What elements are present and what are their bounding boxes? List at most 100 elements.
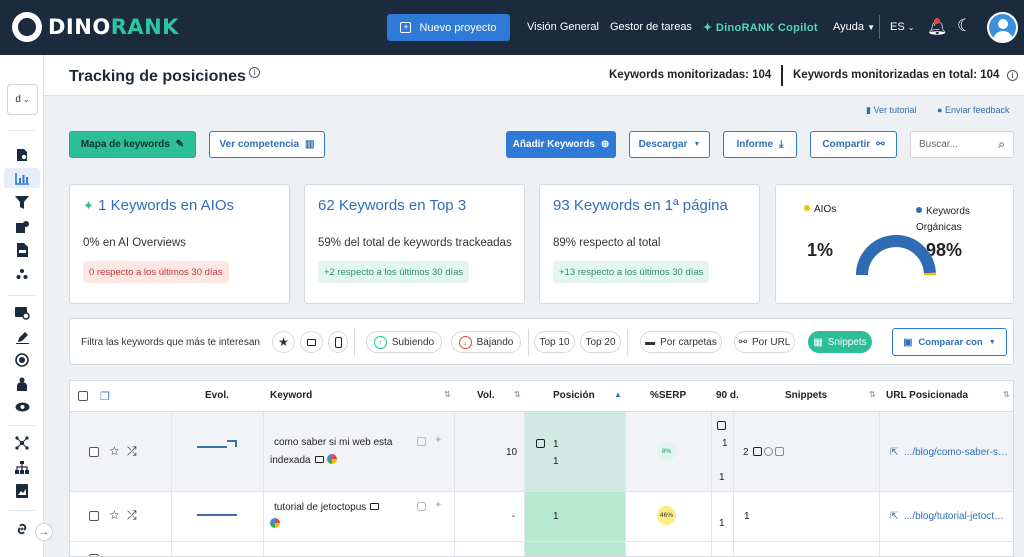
filter-top10-button[interactable]: Top 10	[534, 331, 575, 353]
header-evolution[interactable]: Evol.	[205, 390, 229, 401]
add-keywords-button[interactable]: Añadir Keywords ⊕	[506, 131, 616, 158]
report-button[interactable]: Informe ⤓	[723, 131, 797, 158]
sparkle-icon[interactable]: ✦	[434, 435, 442, 446]
sort-icon[interactable]: ⇅	[444, 390, 451, 399]
person-icon[interactable]	[14, 376, 30, 392]
dinorank-logo[interactable]: DINORANK	[12, 12, 179, 42]
sort-icon[interactable]: ⇅	[514, 390, 521, 399]
filter-desktop-button[interactable]	[300, 331, 323, 353]
external-link-icon[interactable]: ⇱	[890, 511, 898, 522]
card-subtitle: 59% del total de keywords trackeadas	[318, 237, 512, 249]
search-input[interactable]: Buscar... ⌕	[910, 131, 1014, 158]
position-value: 1	[553, 439, 559, 450]
legend-organic: Keywords Orgánicas	[916, 204, 996, 236]
document-search-icon[interactable]	[14, 147, 30, 163]
shuffle-icon[interactable]: ⤮	[127, 444, 137, 459]
globe-icon[interactable]	[14, 352, 30, 368]
user-avatar[interactable]	[987, 12, 1018, 43]
chart-icon[interactable]	[14, 170, 30, 186]
external-link-icon[interactable]: ⇱	[890, 447, 898, 458]
header-snippets[interactable]: Snippets	[785, 390, 827, 401]
legend-aio: AIOs	[804, 204, 836, 215]
filter-falling-button[interactable]: ↓ Bajando	[451, 331, 521, 353]
chevron-down-icon: ⌄	[22, 95, 30, 104]
sort-asc-icon[interactable]: ▲	[614, 390, 622, 399]
language-selector[interactable]: ES ⌄	[890, 21, 914, 33]
sitemap-icon[interactable]	[14, 459, 30, 475]
snippets-count-value: 2	[743, 447, 749, 458]
dots-icon[interactable]	[14, 266, 30, 282]
tutorial-link[interactable]: ▮ Ver tutorial	[866, 105, 916, 116]
sidebar-collapse-toggle[interactable]: →	[35, 523, 53, 541]
filter-icon[interactable]	[14, 194, 30, 210]
feedback-label: Enviar feedback	[944, 105, 1010, 115]
table-row[interactable]: ☆ ⤮ como saber si mi web esta ✦ indexada…	[70, 412, 1013, 492]
star-icon[interactable]: ☆	[109, 508, 120, 522]
link-icon[interactable]	[14, 521, 30, 537]
left-sidebar: d ⌄	[0, 55, 44, 557]
pdf-icon[interactable]	[14, 242, 30, 258]
share-button[interactable]: Compartir ⚯	[810, 131, 897, 158]
select-all-checkbox[interactable]	[78, 391, 88, 401]
sort-icon[interactable]: ⇅	[869, 390, 876, 399]
nav-overview[interactable]: Visión General	[527, 21, 599, 33]
moon-icon[interactable]: ☾	[957, 16, 972, 36]
copy-icon[interactable]	[417, 437, 426, 449]
table-row[interactable]	[70, 542, 1013, 556]
new-project-button[interactable]: + Nuevo proyecto	[387, 14, 510, 41]
header-url[interactable]: URL Posicionada	[886, 390, 968, 401]
positioned-url[interactable]: .../blog/como-saber-si-mi-web-esta-index…	[904, 447, 1009, 458]
sort-icon[interactable]: ⇅	[1003, 390, 1010, 399]
eye-icon[interactable]	[14, 399, 30, 415]
shuffle-icon[interactable]: ⤮	[127, 508, 137, 523]
cluster-icon[interactable]	[14, 435, 30, 451]
competition-button[interactable]: Ver competencia ▥	[209, 131, 325, 158]
filter-top20-button[interactable]: Top 20	[580, 331, 621, 353]
header-serp[interactable]: %SERP	[650, 390, 686, 401]
filter-rising-button[interactable]: ↑ Subiendo	[366, 331, 442, 353]
download-dropdown[interactable]: Descargar ▼	[629, 131, 710, 158]
filter-by-url-button[interactable]: ⚯ Por URL	[734, 331, 795, 353]
feedback-link[interactable]: ● Enviar feedback	[937, 105, 1009, 115]
header-keyword[interactable]: Keyword	[270, 390, 312, 401]
info-icon[interactable]: i	[1007, 70, 1018, 81]
calendar-icon: ▣	[903, 336, 913, 348]
copy-icon[interactable]	[417, 502, 426, 514]
header-volume[interactable]: Vol.	[477, 390, 495, 401]
puzzle-icon[interactable]	[14, 218, 30, 234]
header-90-days[interactable]: 90 d.	[716, 390, 739, 401]
caret-down-icon: ▼	[867, 23, 875, 32]
filter-folders-button[interactable]: ▬ Por carpetas	[640, 331, 722, 353]
logo-dino-text: DINO	[48, 15, 111, 39]
nav-task-manager[interactable]: Gestor de tareas	[610, 21, 692, 33]
snippets-count: 2	[743, 447, 785, 458]
project-dropdown[interactable]: d ⌄	[7, 84, 38, 115]
filter-favorites-button[interactable]: ★	[272, 331, 295, 353]
filter-mobile-button[interactable]	[328, 331, 348, 353]
table-header: ❐ Evol. Keyword ⇅ Vol. ⇅ Posición ▲ %SER…	[70, 381, 1013, 412]
card-trend-badge: +13 respecto a los últimos 30 días	[553, 261, 710, 283]
nav-help-dropdown[interactable]: Ayuda ▼	[833, 21, 875, 33]
header-position[interactable]: Posición	[553, 390, 595, 401]
search-placeholder: Buscar...	[919, 139, 958, 150]
table-row[interactable]: ☆ ⤮ tutorial de jetoctopus ✦ - 1 46% 1 1…	[70, 492, 1013, 542]
nav-copilot[interactable]: ✦ DinoRANK Copilot	[703, 21, 818, 34]
snippet-icon: ▦	[813, 336, 823, 348]
divider	[781, 65, 783, 86]
divider	[8, 425, 36, 426]
info-icon[interactable]: i	[248, 67, 260, 78]
pen-icon[interactable]	[14, 329, 30, 345]
folder-icon: ▬	[645, 336, 656, 348]
keyword-map-button[interactable]: Mapa de keywords ✎	[69, 131, 196, 158]
copy-icon[interactable]: ❐	[100, 390, 110, 403]
evolution-sparkline	[197, 446, 227, 448]
row-checkbox[interactable]	[89, 511, 99, 521]
image-search-icon[interactable]	[14, 305, 30, 321]
row-checkbox[interactable]	[89, 447, 99, 457]
positioned-url[interactable]: .../blog/tutorial-jetoctopus	[904, 511, 1009, 522]
star-icon[interactable]: ☆	[109, 444, 120, 458]
compare-with-dropdown[interactable]: ▣ Comparar con ▼	[892, 328, 1007, 356]
sparkle-icon[interactable]: ✦	[434, 500, 442, 511]
filter-snippets-button[interactable]: ▦ Snippets	[808, 331, 872, 353]
image-report-icon[interactable]	[14, 483, 30, 499]
